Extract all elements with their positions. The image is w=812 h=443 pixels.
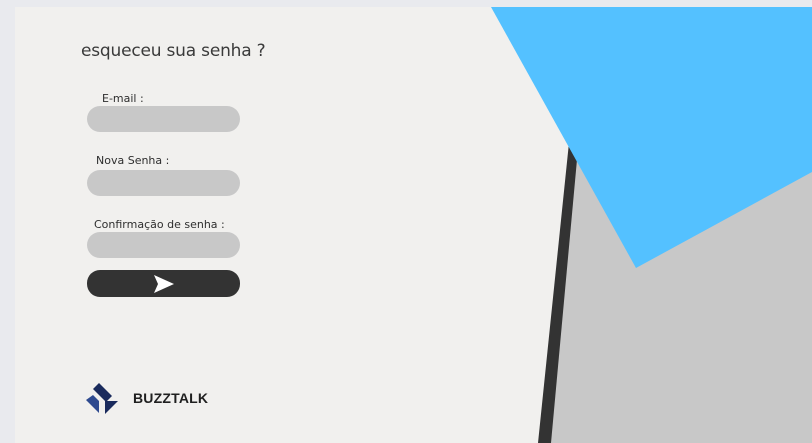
page-title: esqueceu sua senha ? (81, 41, 266, 61)
gray-panel (551, 7, 812, 443)
email-label: E-mail : (102, 92, 144, 105)
login-frame: esqueceu sua senha ? E-mail : Nova Senha… (15, 7, 812, 443)
blue-triangle (491, 7, 812, 268)
confirm-password-field[interactable] (87, 232, 240, 258)
dark-stripe (538, 7, 812, 443)
new-password-field[interactable] (87, 170, 240, 196)
email-field[interactable] (87, 106, 240, 132)
buzztalk-logo-icon (86, 383, 118, 414)
brand-name: BUZZTALK (133, 390, 209, 406)
send-arrow-icon (153, 274, 174, 293)
new-password-label: Nova Senha : (96, 154, 170, 167)
confirm-password-label: Confirmação de senha : (94, 218, 225, 231)
submit-button[interactable] (87, 270, 240, 297)
